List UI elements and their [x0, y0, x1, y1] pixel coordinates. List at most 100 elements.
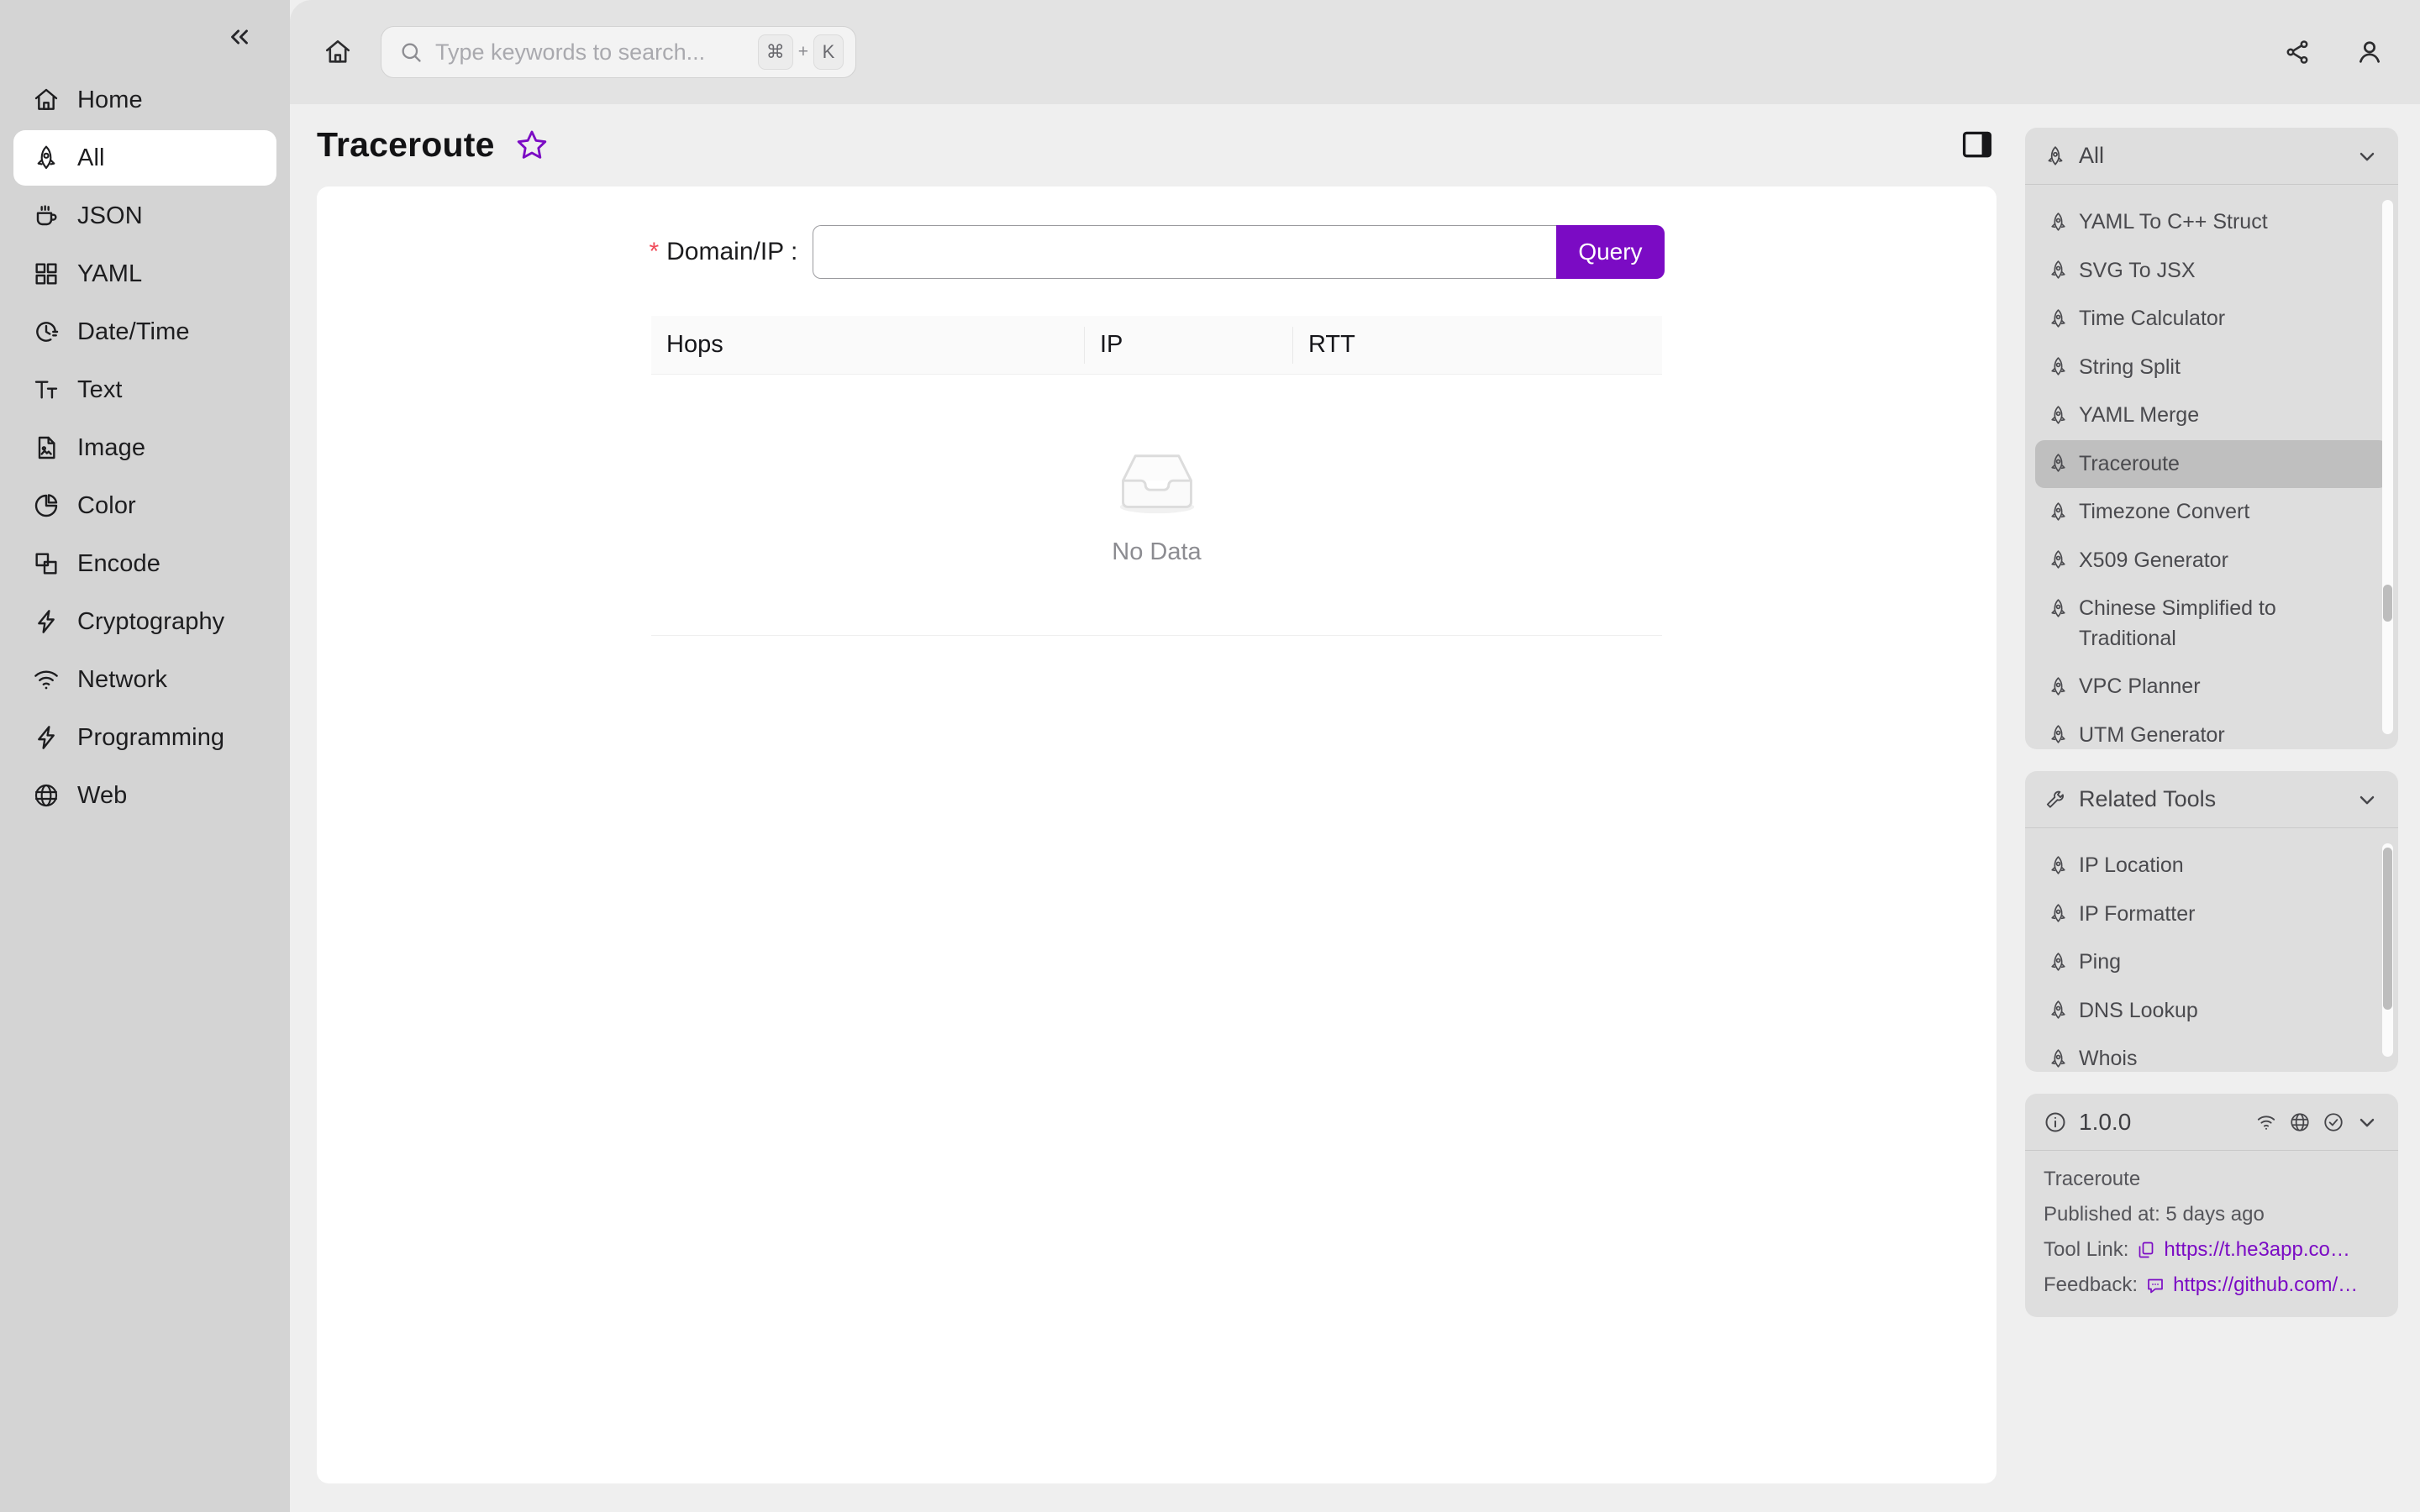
- sidebar-nav: Home All JSON YAML Date/Time Text Image Color En…: [0, 72, 290, 823]
- rocket-icon: [2047, 549, 2069, 571]
- list-item-label: Chinese Simplified to Traditional: [2079, 596, 2276, 650]
- all-tools-header[interactable]: All: [2025, 128, 2398, 185]
- list-item-label: Ping: [2079, 950, 2122, 974]
- required-marker: *: [649, 238, 660, 265]
- sidebar-item-home[interactable]: Home: [13, 72, 276, 128]
- rocket-icon: [2047, 854, 2069, 876]
- sidebar-item-web[interactable]: Web: [13, 768, 276, 823]
- list-item[interactable]: Chinese Simplified to Traditional: [2035, 585, 2388, 663]
- sidebar-item-json[interactable]: JSON: [13, 188, 276, 244]
- empty-state: No Data: [651, 375, 1662, 635]
- list-item[interactable]: Whois: [2035, 1035, 2388, 1072]
- tool-info-feedback-row: Feedback: https://github.com/…: [2044, 1273, 2380, 1297]
- table-body: No Data: [651, 375, 1662, 636]
- sidebar-item-yaml[interactable]: YAML: [13, 246, 276, 302]
- page-title: Traceroute: [317, 124, 495, 164]
- related-list-scroll-thumb[interactable]: [2383, 848, 2392, 1011]
- sidebar-item-image[interactable]: Image: [13, 420, 276, 475]
- comment-icon[interactable]: [2144, 1274, 2166, 1296]
- list-item[interactable]: Time Calculator: [2035, 295, 2388, 344]
- related-list-scrollbar[interactable]: [2382, 843, 2393, 1057]
- domain-input-group: Query: [813, 225, 1665, 279]
- list-item[interactable]: IP Location: [2035, 842, 2388, 890]
- sidebar-item-label: Home: [77, 86, 143, 113]
- search-box[interactable]: ⌘ + K: [381, 26, 856, 78]
- list-item[interactable]: UTM Generator: [2035, 711, 2388, 750]
- list-item[interactable]: YAML To C++ Struct: [2035, 198, 2388, 247]
- chevron-down-icon[interactable]: [2354, 144, 2380, 169]
- all-list-scroll-thumb[interactable]: [2383, 584, 2392, 622]
- home-icon: [32, 86, 60, 114]
- top-header: ⌘ + K: [290, 0, 2420, 104]
- sidebar-item-text[interactable]: Text: [13, 362, 276, 417]
- search-input[interactable]: [435, 39, 758, 66]
- list-item[interactable]: Timezone Convert: [2035, 488, 2388, 537]
- chevron-down-icon[interactable]: [2354, 1110, 2380, 1135]
- wifi-icon[interactable]: [2254, 1110, 2279, 1135]
- left-sidebar: Home All JSON YAML Date/Time Text Image Color En…: [0, 0, 290, 1512]
- list-item-label: VPC Planner: [2079, 675, 2201, 698]
- stage: ⌘ + K: [290, 0, 2420, 1512]
- list-item[interactable]: X509 Generator: [2035, 537, 2388, 585]
- sidebar-collapse-row: [0, 15, 290, 72]
- list-item[interactable]: Ping: [2035, 938, 2388, 987]
- sidebar-item-encode[interactable]: Encode: [13, 536, 276, 591]
- tool-info-link-row: Tool Link: https://t.he3app.co…: [2044, 1238, 2380, 1262]
- list-item-label: Timezone Convert: [2079, 500, 2250, 523]
- user-icon[interactable]: [2348, 30, 2391, 74]
- right-panel-toggle-icon[interactable]: [1958, 125, 1996, 164]
- list-item[interactable]: DNS Lookup: [2035, 987, 2388, 1036]
- wrench-icon: [2044, 788, 2067, 811]
- sidebar-item-label: Encode: [77, 549, 160, 577]
- domain-input[interactable]: [813, 225, 1557, 279]
- globe-icon[interactable]: [2287, 1110, 2312, 1135]
- tool-info-body: Traceroute Published at: 5 days ago Tool…: [2025, 1151, 2398, 1317]
- feedback-url[interactable]: https://github.com/…: [2173, 1273, 2358, 1297]
- rocket-icon: [2047, 501, 2069, 522]
- home-icon[interactable]: [313, 28, 362, 76]
- all-list-scrollbar[interactable]: [2382, 200, 2393, 734]
- title-row: Traceroute: [290, 104, 2025, 181]
- sidebar-item-all[interactable]: All: [13, 130, 276, 186]
- sidebar-item-color[interactable]: Color: [13, 478, 276, 533]
- app-root: Home All JSON YAML Date/Time Text Image Color En…: [0, 0, 2420, 1512]
- all-tools-list[interactable]: YAML To C++ Struct SVG To JSX Time Calcula…: [2025, 185, 2398, 749]
- list-item[interactable]: SVG To JSX: [2035, 247, 2388, 296]
- tool-info-name: Traceroute: [2044, 1168, 2141, 1190]
- list-item[interactable]: String Split: [2035, 344, 2388, 392]
- related-tools-header[interactable]: Related Tools: [2025, 771, 2398, 828]
- list-item-label: Time Calculator: [2079, 307, 2226, 330]
- chevron-down-icon[interactable]: [2354, 787, 2380, 812]
- check-circle-icon[interactable]: [2321, 1110, 2346, 1135]
- list-item[interactable]: IP Formatter: [2035, 890, 2388, 939]
- list-item-label: X509 Generator: [2079, 548, 2228, 572]
- wifi-icon: [32, 665, 60, 694]
- share-icon[interactable]: [2275, 30, 2319, 74]
- copy-icon[interactable]: [2135, 1239, 2157, 1261]
- header-actions: [2275, 30, 2391, 74]
- sidebar-item-label: Web: [77, 781, 128, 809]
- sidebar-item-date-time[interactable]: Date/Time: [13, 304, 276, 360]
- sidebar-item-label: YAML: [77, 260, 143, 287]
- rocket-icon: [2047, 453, 2069, 475]
- column-header-hops: Hops: [666, 331, 723, 358]
- query-form: * Domain/IP : Query: [317, 225, 1996, 279]
- list-item[interactable]: VPC Planner: [2035, 663, 2388, 711]
- tool-link-url[interactable]: https://t.he3app.co…: [2164, 1238, 2349, 1262]
- sidebar-item-programming[interactable]: Programming: [13, 710, 276, 765]
- star-outline-icon[interactable]: [513, 126, 550, 163]
- sidebar-item-cryptography[interactable]: Cryptography: [13, 594, 276, 649]
- chevrons-left-icon[interactable]: [221, 20, 258, 54]
- tool-info-published: Published at: 5 days ago: [2044, 1203, 2265, 1226]
- list-item-label: SVG To JSX: [2079, 258, 2196, 282]
- clock-icon: [32, 318, 60, 346]
- sidebar-item-network[interactable]: Network: [13, 652, 276, 707]
- rocket-icon: [2047, 356, 2069, 378]
- sidebar-item-label: Color: [77, 491, 136, 519]
- list-item[interactable]: Traceroute: [2035, 439, 2388, 488]
- list-item-label: IP Formatter: [2079, 901, 2196, 926]
- list-item[interactable]: YAML Merge: [2035, 391, 2388, 440]
- sidebar-item-label: Network: [77, 665, 168, 693]
- query-button[interactable]: Query: [1556, 225, 1665, 279]
- related-tools-list[interactable]: IP Location IP Formatter Ping DNS Lookup Who…: [2025, 828, 2398, 1072]
